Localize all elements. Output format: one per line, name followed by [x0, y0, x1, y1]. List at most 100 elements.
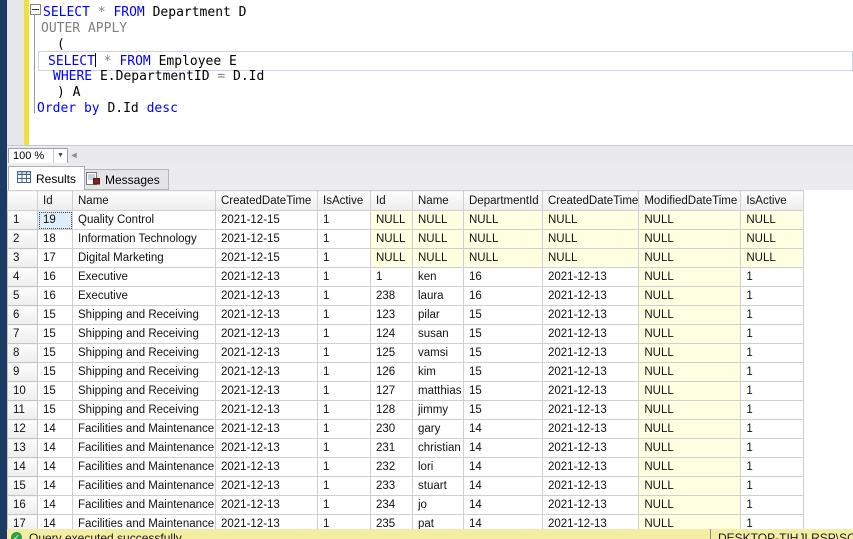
grid-cell[interactable]: 16	[463, 286, 543, 306]
code-line[interactable]: OUTER APPLY	[41, 21, 127, 37]
grid-cell[interactable]: 2021-12-13	[215, 286, 318, 306]
grid-cell[interactable]: 15	[463, 381, 543, 401]
grid-cell[interactable]: 2021-12-13	[541, 514, 640, 529]
grid-cell[interactable]: 2021-12-13	[215, 362, 318, 382]
zoom-level-dropdown[interactable]: 100 % ▼	[8, 148, 68, 164]
grid-cell[interactable]: NULL	[638, 514, 742, 529]
grid-cell[interactable]: 2021-12-15	[215, 229, 318, 249]
grid-cell[interactable]: 2021-12-13	[541, 324, 640, 344]
grid-cell[interactable]: pilar	[412, 305, 464, 325]
grid-cell[interactable]: kim	[412, 362, 464, 382]
row-number[interactable]: 12	[7, 419, 38, 439]
grid-cell[interactable]: 2021-12-13	[215, 343, 318, 363]
grid-cell[interactable]: 15	[463, 305, 543, 325]
row-number[interactable]: 4	[7, 267, 38, 287]
grid-cell[interactable]: 1	[317, 229, 371, 249]
grid-cell[interactable]: 127	[370, 381, 413, 401]
results-grid[interactable]: Id Name CreatedDateTime IsActive Id Name Depar…	[7, 190, 853, 529]
grid-cell[interactable]: 2021-12-13	[215, 267, 318, 287]
grid-cell[interactable]: NULL	[541, 229, 640, 249]
grid-cell[interactable]: NULL	[463, 248, 543, 268]
grid-cell[interactable]: Facilities and Maintenance	[72, 457, 216, 477]
grid-cell[interactable]: 2021-12-13	[541, 419, 640, 439]
grid-cell[interactable]: NULL	[638, 419, 742, 439]
grid-cell[interactable]: 2021-12-13	[215, 438, 318, 458]
grid-cell[interactable]: NULL	[638, 324, 742, 344]
grid-cell[interactable]: 238	[370, 286, 413, 306]
grid-cell[interactable]: 1	[740, 343, 805, 363]
grid-cell[interactable]: NULL	[412, 210, 464, 230]
grid-cell[interactable]: pat	[412, 514, 464, 529]
grid-cell[interactable]: 1	[317, 305, 371, 325]
grid-cell[interactable]: NULL	[412, 248, 464, 268]
grid-cell[interactable]: NULL	[638, 476, 742, 496]
grid-cell[interactable]: Shipping and Receiving	[72, 343, 216, 363]
grid-cell[interactable]: Shipping and Receiving	[72, 400, 216, 420]
grid-cell[interactable]: 2021-12-13	[215, 381, 318, 401]
grid-cell[interactable]: 233	[370, 476, 413, 496]
grid-cell[interactable]: 230	[370, 419, 413, 439]
grid-cell[interactable]: 1	[740, 267, 805, 287]
grid-cell[interactable]: 1	[740, 400, 805, 420]
grid-cell[interactable]: 2021-12-13	[215, 495, 318, 515]
sql-editor[interactable]: SELECT * FROM Department D OUTER APPLY(SE…	[7, 0, 853, 145]
grid-cell[interactable]: NULL	[541, 210, 640, 230]
grid-cell[interactable]: 16	[37, 286, 73, 306]
row-number[interactable]: 11	[7, 400, 38, 420]
grid-cell[interactable]: 2021-12-13	[215, 324, 318, 344]
grid-cell[interactable]: 15	[463, 362, 543, 382]
grid-cell[interactable]: 14	[463, 438, 543, 458]
grid-cell[interactable]: 125	[370, 343, 413, 363]
grid-cell[interactable]: Quality Control	[72, 210, 216, 230]
grid-cell[interactable]: 14	[37, 457, 73, 477]
grid-cell[interactable]: 1	[370, 267, 413, 287]
grid-cell[interactable]: 15	[37, 400, 73, 420]
column-header[interactable]: Id	[370, 190, 413, 211]
grid-cell[interactable]: NULL	[638, 438, 742, 458]
grid-cell[interactable]: 15	[37, 305, 73, 325]
row-number[interactable]: 5	[7, 286, 38, 306]
column-header[interactable]: Id	[37, 190, 73, 211]
grid-cell[interactable]: NULL	[541, 248, 640, 268]
grid-cell[interactable]: jo	[412, 495, 464, 515]
grid-cell[interactable]: 16	[463, 267, 543, 287]
grid-cell[interactable]: NULL	[463, 210, 543, 230]
grid-cell[interactable]: 14	[37, 438, 73, 458]
code-line[interactable]: Order by D.Id desc	[37, 101, 178, 117]
hscroll-left-arrow-icon[interactable]: ◄	[67, 148, 81, 162]
grid-cell[interactable]: 1	[740, 457, 805, 477]
grid-cell[interactable]: NULL	[638, 381, 742, 401]
grid-cell[interactable]: susan	[412, 324, 464, 344]
grid-cell[interactable]: 1	[740, 324, 805, 344]
grid-cell[interactable]: NULL	[638, 362, 742, 382]
grid-cell[interactable]: 235	[370, 514, 413, 529]
grid-cell[interactable]: 1	[740, 495, 805, 515]
grid-cell[interactable]: 1	[317, 419, 371, 439]
grid-cell[interactable]: NULL	[740, 229, 805, 249]
grid-cell[interactable]: NULL	[740, 248, 805, 268]
grid-cell[interactable]: 2021-12-13	[541, 381, 640, 401]
grid-cell[interactable]: 1	[740, 362, 805, 382]
grid-cell[interactable]: Facilities and Maintenance	[72, 438, 216, 458]
grid-cell[interactable]: Shipping and Receiving	[72, 362, 216, 382]
grid-cell[interactable]: 234	[370, 495, 413, 515]
grid-cell[interactable]: Digital Marketing	[72, 248, 216, 268]
grid-cell[interactable]: 1	[740, 305, 805, 325]
grid-cell[interactable]: 15	[37, 324, 73, 344]
grid-cell[interactable]: 124	[370, 324, 413, 344]
grid-cell[interactable]: 1	[317, 457, 371, 477]
row-number[interactable]: 14	[7, 457, 38, 477]
grid-cell[interactable]: Facilities and Maintenance	[72, 476, 216, 496]
grid-cell[interactable]: gary	[412, 419, 464, 439]
grid-cell[interactable]: 14	[463, 476, 543, 496]
row-number[interactable]: 16	[7, 495, 38, 515]
grid-cell[interactable]: 15	[463, 324, 543, 344]
grid-cell[interactable]: 15	[37, 362, 73, 382]
column-header[interactable]: ModifiedDateTime	[638, 190, 742, 211]
grid-cell[interactable]: NULL	[638, 267, 742, 287]
tab-messages[interactable]: Messages	[77, 169, 169, 190]
grid-cell[interactable]: 2021-12-13	[541, 305, 640, 325]
grid-cell[interactable]: 1	[317, 381, 371, 401]
grid-cell[interactable]: 1	[317, 210, 371, 230]
grid-cell[interactable]: 15	[37, 343, 73, 363]
